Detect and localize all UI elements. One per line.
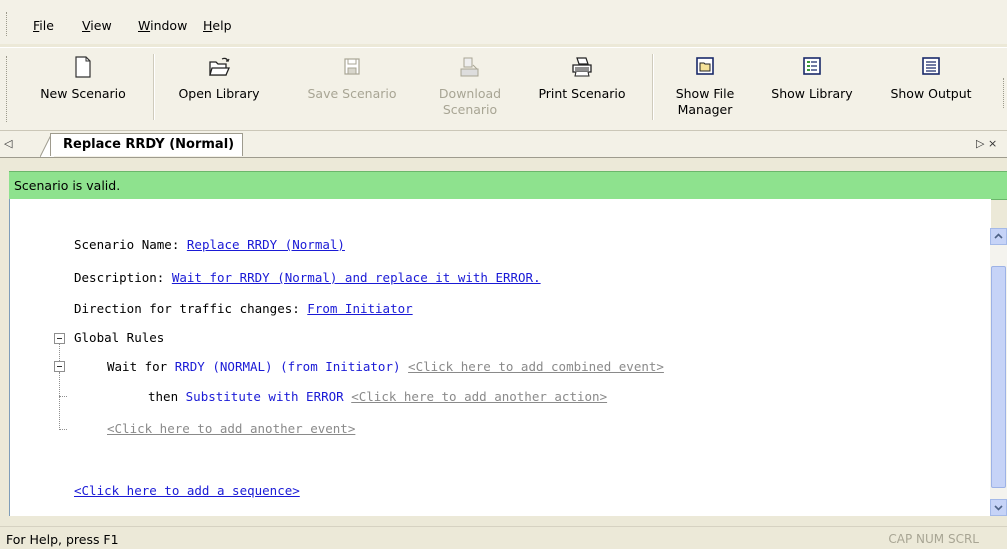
file-manager-icon <box>660 56 750 86</box>
new-scenario-button[interactable]: New Scenario <box>28 54 138 124</box>
action-link[interactable]: Substitute with ERROR <box>186 389 344 404</box>
wait-for-line: Wait for RRDY (NORMAL) (from Initiator) … <box>107 359 664 374</box>
menu-window[interactable]: Window <box>138 18 187 33</box>
scroll-up-button[interactable] <box>990 228 1007 245</box>
scenario-editor: Scenario Name: Replace RRDY (Normal) Des… <box>9 199 991 516</box>
show-library-button[interactable]: Show Library <box>757 54 867 124</box>
global-rules-label: Global Rules <box>74 330 165 345</box>
save-scenario-button[interactable]: Save Scenario <box>292 54 412 124</box>
download-scenario-button[interactable]: Download Scenario <box>425 54 515 124</box>
tree-line <box>59 396 67 397</box>
download-icon <box>425 56 515 86</box>
toolbar-chevron[interactable] <box>1003 78 1007 108</box>
status-help-text: For Help, press F1 <box>6 532 119 547</box>
toolbar-separator <box>652 54 654 120</box>
open-folder-icon <box>164 56 274 86</box>
toolbar: New Scenario Open Library Save Scenario … <box>0 47 1007 131</box>
output-window-icon <box>876 56 986 86</box>
show-file-manager-button[interactable]: Show File Manager <box>660 54 750 124</box>
menu-file[interactable]: File <box>33 18 54 33</box>
validation-status-bar: Scenario is valid. <box>9 171 1007 200</box>
tab-replace-rrdy-normal[interactable]: Replace RRDY (Normal) <box>50 133 244 156</box>
scenario-name-line: Scenario Name: Replace RRDY (Normal) <box>74 237 345 252</box>
document-tab-bar: ◁ Replace RRDY (Normal) ▷ × <box>0 131 1007 158</box>
toolbar-separator <box>153 54 155 120</box>
chevron-down-icon <box>994 505 1003 511</box>
printer-icon <box>524 56 640 86</box>
new-document-icon <box>28 56 138 86</box>
menu-grip[interactable] <box>6 12 10 36</box>
then-action-line: then Substitute with ERROR <Click here t… <box>148 389 608 404</box>
description-link[interactable]: Wait for RRDY (Normal) and replace it wi… <box>172 270 541 285</box>
toolbar-grip[interactable] <box>6 56 10 122</box>
collapse-global-rules-icon[interactable] <box>54 333 65 344</box>
tree-line <box>59 372 60 430</box>
menu-bar: File View Window Help <box>0 0 1007 44</box>
vertical-scrollbar[interactable] <box>990 228 1007 516</box>
tab-scroll-right-close-icon[interactable]: ▷ × <box>976 137 997 150</box>
status-bar: For Help, press F1 CAP NUM SCRL <box>0 526 1007 549</box>
tree-line <box>59 429 67 430</box>
tab-scroll-left-icon[interactable]: ◁ <box>4 137 12 150</box>
menu-view[interactable]: View <box>82 18 112 33</box>
menu-help[interactable]: Help <box>203 18 232 33</box>
tree-line <box>59 344 60 361</box>
add-another-event-link[interactable]: <Click here to add another event> <box>107 421 355 436</box>
add-another-action-link[interactable]: <Click here to add another action> <box>351 389 607 404</box>
floppy-disk-icon <box>292 56 412 86</box>
show-output-button[interactable]: Show Output <box>876 54 986 124</box>
event-link[interactable]: RRDY (NORMAL) (from Initiator) <box>175 359 401 374</box>
scroll-down-button[interactable] <box>990 499 1007 516</box>
add-combined-event-link[interactable]: <Click here to add combined event> <box>408 359 664 374</box>
description-line: Description: Wait for RRDY (Normal) and … <box>74 270 541 285</box>
print-scenario-button[interactable]: Print Scenario <box>524 54 640 124</box>
direction-link[interactable]: From Initiator <box>307 301 412 316</box>
validation-message: Scenario is valid. <box>14 178 121 193</box>
scenario-name-link[interactable]: Replace RRDY (Normal) <box>187 237 345 252</box>
status-indicators: CAP NUM SCRL <box>888 532 979 546</box>
collapse-event-icon[interactable] <box>54 361 65 372</box>
scroll-thumb[interactable] <box>991 266 1006 488</box>
library-list-icon <box>757 56 867 86</box>
open-library-button[interactable]: Open Library <box>164 54 274 124</box>
add-sequence-link[interactable]: <Click here to add a sequence> <box>74 483 300 498</box>
chevron-up-icon <box>994 233 1003 239</box>
direction-line: Direction for traffic changes: From Init… <box>74 301 413 316</box>
